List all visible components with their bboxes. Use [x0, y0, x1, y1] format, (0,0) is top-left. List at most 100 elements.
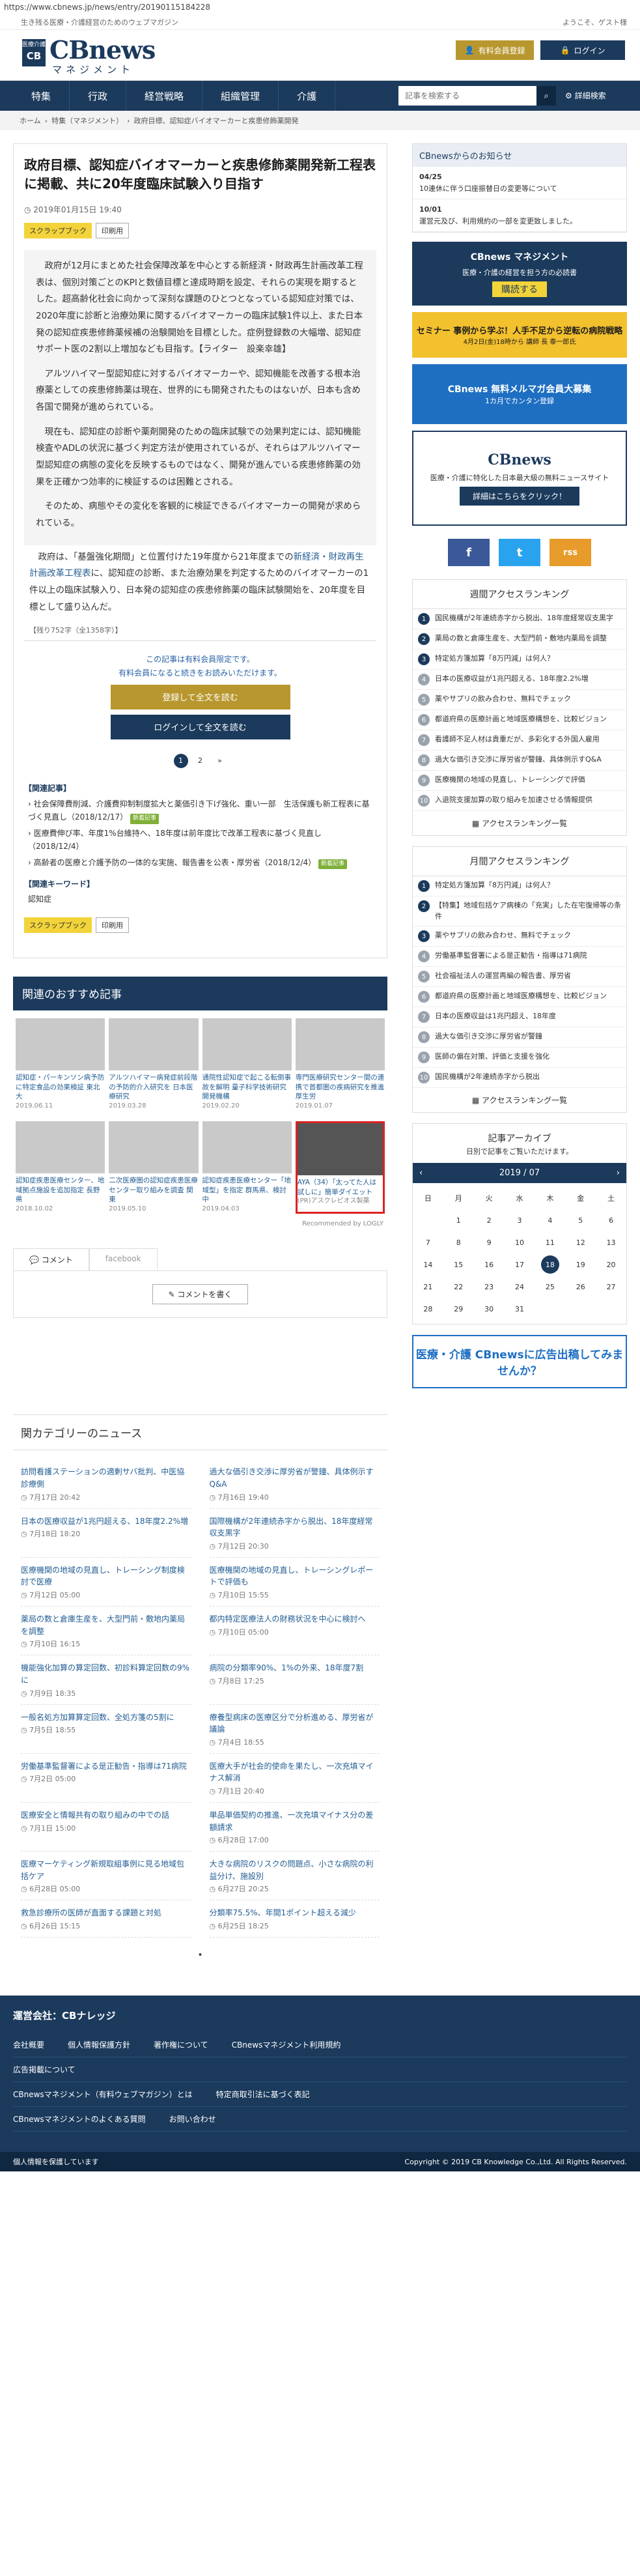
login-button[interactable]: 🔒 ログイン	[540, 40, 625, 60]
recommend-card[interactable]: 認知症・パーキンソン病予防に特定食品の効果検証 東北大 2019.06.11	[16, 1018, 105, 1111]
facebook-icon[interactable]: f	[448, 539, 490, 567]
weekly-ranking-more[interactable]: ▦ アクセスランキング一覧	[413, 811, 626, 835]
calendar-day[interactable]: 6	[596, 1209, 626, 1231]
calendar-day[interactable]: 16	[474, 1253, 505, 1276]
nav-item-strategy[interactable]: 経営戦略	[126, 81, 203, 111]
nav-item-care[interactable]: 介護	[279, 81, 336, 111]
related-item[interactable]: › 社会保障費削減、介護費抑制制度拡大と薬価引き下げ強化、重い一部 生活保護も新…	[28, 797, 376, 824]
ranking-item[interactable]: 7 看護師不足人材は貴重だが、多彩化する外国人雇用	[413, 730, 626, 751]
ranking-item[interactable]: 8 過大な価引き交渉に厚労省が警鐘、具体例示すQ&A	[413, 751, 626, 771]
news-item[interactable]: 病院の分類率90%、1%の外来、18年度7割 ◷ 7月8日 17:25	[209, 1655, 380, 1705]
calendar-day[interactable]: 23	[474, 1276, 505, 1298]
ranking-item[interactable]: 6 都道府県の医療計画と地域医療構想を、比較ビジョン	[413, 710, 626, 731]
news-item[interactable]: 大きな病院のリスクの問題点、小さな病院の利益分け、施設別 ◷ 6月27日 20:2…	[209, 1852, 380, 1901]
sponsored-card[interactable]: AYA（34）「太ってた人は試しに」簡単ダイエット (PR)アスクレピオス製薬	[295, 1121, 385, 1214]
calendar-day[interactable]: 28	[413, 1298, 443, 1320]
nav-item-feature[interactable]: 特集	[13, 81, 70, 111]
calendar-day[interactable]: 25	[535, 1276, 565, 1298]
url-bar[interactable]: https://www.cbnews.jp/news/entry/2019011…	[0, 0, 640, 14]
page-2[interactable]: 2	[193, 754, 208, 768]
ranking-item[interactable]: 10 入退院支援加算の取り組みを加速させる情報提供	[413, 791, 626, 812]
seminar-ad[interactable]: セミナー 事例から学ぶ！人手不足から逆転の病院戦略 4月2日(金)18時から 講師…	[412, 312, 627, 358]
news-item[interactable]: 訪問看護ステーションの適剰サバ批判、中医協診療側 ◷ 7月17日 20:42	[21, 1459, 191, 1509]
calendar-day[interactable]: 31	[505, 1298, 535, 1320]
monthly-ranking-more[interactable]: ▦ アクセスランキング一覧	[413, 1088, 626, 1112]
news-item[interactable]: 機能強化加算の算定回数、初診料算定回数の9%に ◷ 7月9日 18:35	[21, 1655, 191, 1705]
rss-icon[interactable]: rss	[550, 539, 591, 567]
scrapbook-button[interactable]: スクラップブック	[24, 223, 92, 238]
calendar-day[interactable]: 30	[474, 1298, 505, 1320]
news-item[interactable]: 救急診療所の医師が直面する課題と対処 ◷ 6月26日 15:15	[21, 1900, 191, 1938]
calendar-day[interactable]: 24	[505, 1276, 535, 1298]
calendar-day[interactable]: 1	[443, 1209, 474, 1231]
recommend-card[interactable]: 認知症疾患医療センター「地域型」を指定 群馬県、検討中 2019.04.03	[202, 1121, 292, 1214]
related-item[interactable]: › 高齢者の医療と介護予防の一体的な実施、報告書を公表・厚労省（2018/12/…	[28, 856, 376, 869]
calendar-day[interactable]: 14	[413, 1253, 443, 1276]
news-item[interactable]: 一般名処方加算算定回数、全処方箋の5割に ◷ 7月5日 18:55	[21, 1705, 191, 1754]
news-item[interactable]: 国際機構が2年連続赤字から脱出、18年度経常収支黒字 ◷ 7月12日 20:30	[209, 1509, 380, 1558]
write-comment-button[interactable]: ✎ コメントを書く	[152, 1284, 249, 1305]
calendar-day[interactable]: 9	[474, 1231, 505, 1253]
nav-item-admin[interactable]: 行政	[70, 81, 127, 111]
page-next[interactable]: »	[213, 754, 227, 768]
ranking-item[interactable]: 2 薬局の数と倉庫生産を、大型門前・敷地内薬局を調整	[413, 629, 626, 650]
news-item[interactable]: 分類率75.5%、年間1ポイント超える減少 ◷ 6月25日 18:25	[209, 1900, 380, 1938]
calendar-day[interactable]: 8	[443, 1231, 474, 1253]
footer-link[interactable]: CBnewsマネジメントのよくある質問	[13, 2113, 146, 2125]
calendar-day[interactable]: 11	[535, 1231, 565, 1253]
footer-link[interactable]: CBnewsマネジメント利用規約	[232, 2039, 341, 2050]
calendar-day[interactable]: 19	[565, 1253, 596, 1276]
twitter-icon[interactable]: t	[499, 539, 540, 567]
calendar-day[interactable]: 15	[443, 1253, 474, 1276]
scrapbook-button[interactable]: スクラップブック	[24, 917, 92, 933]
site-logo[interactable]: 医療介護 CB CBnews マネジメント	[22, 35, 156, 76]
related-item[interactable]: › 医療費伸び率、年度1%台維持へ、18年度は前年度比で改革工程表に基づく見直し…	[28, 827, 376, 853]
ranking-item[interactable]: 5 社会福祉法人の運営再編の報告書、厚労省	[413, 967, 626, 988]
news-item[interactable]: 日本の医療収益が1兆円超える、18年度2.2%増 ◷ 7月18日 18:20	[21, 1509, 191, 1558]
calendar-day[interactable]: 4	[535, 1209, 565, 1231]
news-item[interactable]: 医療安全と情報共有の取り組みの中での話 ◷ 7月1日 15:00	[21, 1803, 191, 1852]
news-item[interactable]: 医療機関の地域の見直し、トレーシング制度検討で医療 ◷ 7月12日 05:00	[21, 1558, 191, 1607]
calendar-day[interactable]: 20	[596, 1253, 626, 1276]
calendar-day[interactable]: 18	[540, 1255, 559, 1274]
notice-item[interactable]: 04/25 10連休に伴う口座振替日の変更等について	[413, 167, 626, 200]
news-item[interactable]: 薬局の数と倉庫生産を、大型門前・敷地内薬局を調整 ◷ 7月10日 16:15	[21, 1607, 191, 1656]
calendar-day[interactable]: 10	[505, 1231, 535, 1253]
footer-link[interactable]: 広告掲載について	[13, 2064, 76, 2075]
notice-item[interactable]: 10/01 運営元及び、利用規約の一部を変更致しました。	[413, 199, 626, 233]
footer-link[interactable]: 個人情報保護方針	[68, 2039, 130, 2050]
ranking-item[interactable]: 2 【特集】地域包括ケア病棟の「充実」した在宅復帰等の条件	[413, 896, 626, 927]
news-item[interactable]: 療養型病床の医療区分で分析進める、厚労省が議論 ◷ 7月4日 18:55	[209, 1705, 380, 1754]
recommend-card[interactable]: 通院性認知症で起こる転倒事故を解明 量子科学技術研究開発機構 2019.02.20	[202, 1018, 292, 1111]
search-icon[interactable]: ⌕	[536, 86, 556, 106]
recommend-card[interactable]: 認知症疾患医療センター、地域拠点施設を追加指定 長野県 2018.10.02	[16, 1121, 105, 1214]
ranking-item[interactable]: 4 日本の医療収益が1兆円超える、18年度2.2%増	[413, 670, 626, 691]
breadcrumb-feature[interactable]: 特集（マネジメント）	[51, 115, 123, 126]
page-1[interactable]: 1	[173, 753, 188, 768]
keyword-link[interactable]: 認知症	[24, 893, 376, 904]
ranking-item[interactable]: 9 医療機関の地域の見直し、トレーシングで評価	[413, 771, 626, 792]
footer-link[interactable]: 著作権について	[154, 2039, 208, 2050]
calendar-day[interactable]: 12	[565, 1231, 596, 1253]
recommend-card[interactable]: 二次医療圏の認知症疾患医療センター取り組みを調査 関東 2019.05.10	[109, 1121, 199, 1214]
news-item[interactable]: 都内特定医療法人の財務状況を中心に検討へ ◷ 7月10日 05:00	[209, 1607, 380, 1656]
calendar-day[interactable]: 27	[596, 1276, 626, 1298]
next-month-icon[interactable]: ›	[617, 1168, 620, 1178]
calendar-day[interactable]: 2	[474, 1209, 505, 1231]
footer-link[interactable]: 特定商取引法に基づく表記	[216, 2089, 310, 2100]
recommend-card[interactable]: アルツハイマー病発症前段階の予防的介入研究を 日本医療研究 2019.03.28	[109, 1018, 199, 1111]
newsletter-ad[interactable]: CBnews 無料メルマガ会員大募集 1カ月でカンタン登録	[412, 364, 627, 425]
calendar-day[interactable]: 3	[505, 1209, 535, 1231]
ranking-item[interactable]: 3 特定処方箋加算「8万円減」は何人？	[413, 650, 626, 670]
footer-link[interactable]: 会社概要	[13, 2039, 44, 2050]
footer-link[interactable]: お問い合わせ	[169, 2113, 216, 2125]
search-input[interactable]	[398, 86, 536, 106]
print-button[interactable]: 印刷用	[96, 223, 129, 238]
tab-comment[interactable]: 💬 コメント	[13, 1248, 89, 1271]
print-button[interactable]: 印刷用	[96, 917, 129, 933]
calendar-day[interactable]: 7	[413, 1231, 443, 1253]
news-item[interactable]: 単品単価契約の推進、一次充填マイナス分の差額請求 ◷ 6月28日 17:00	[209, 1803, 380, 1852]
magazine-ad[interactable]: CBnews マネジメント 医療・介護の経営を担う方の必読書 購読する	[412, 242, 627, 306]
ranking-item[interactable]: 5 薬やサプリの飲み合わせ、無料でチェック	[413, 690, 626, 711]
calendar-day[interactable]: 21	[413, 1276, 443, 1298]
